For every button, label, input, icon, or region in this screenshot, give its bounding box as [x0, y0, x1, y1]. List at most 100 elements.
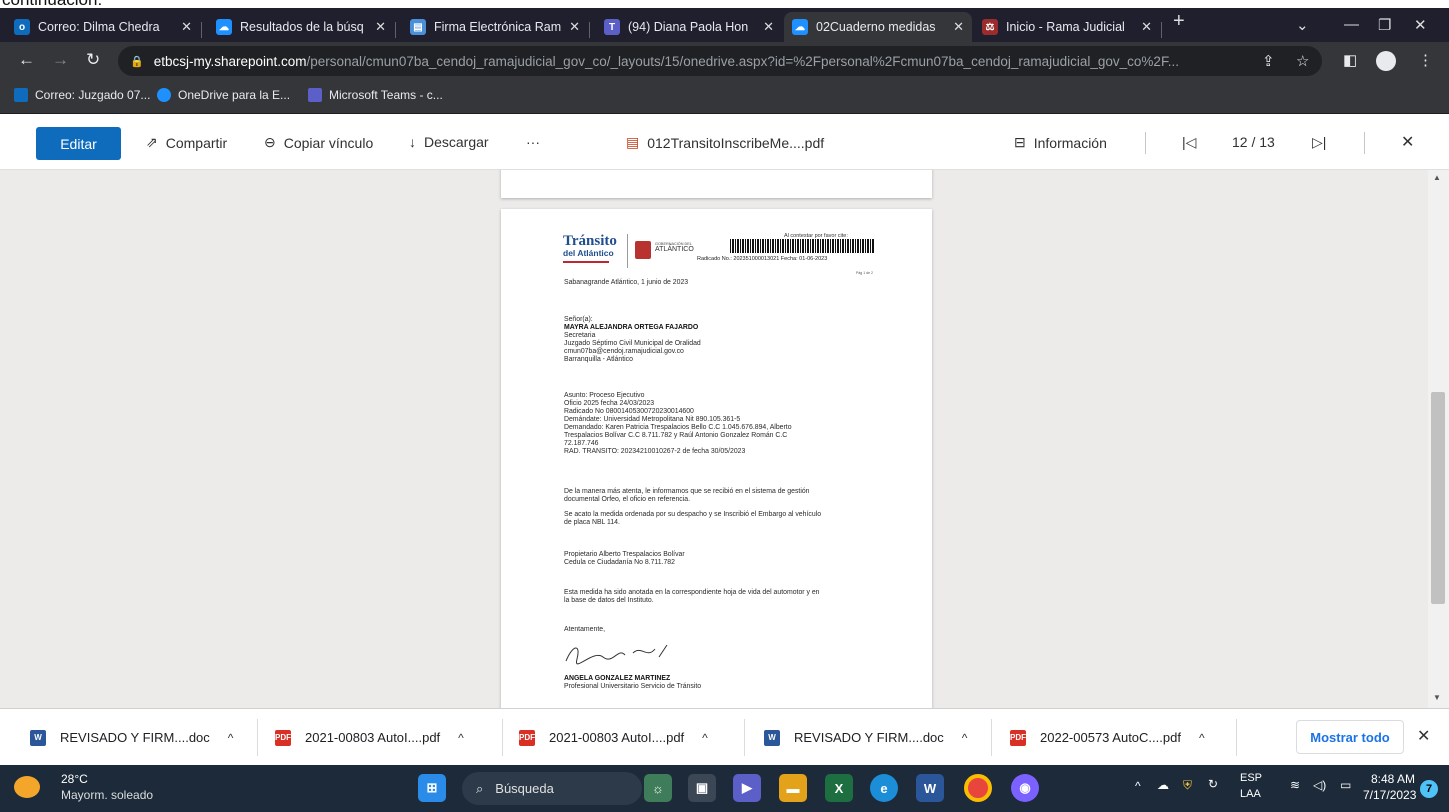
close-viewer-button[interactable]: ✕: [1401, 132, 1414, 152]
tab-correo[interactable]: o Correo: Dilma Chedra ✕: [6, 12, 200, 42]
link-icon: ⊖: [264, 134, 276, 150]
chevron-up-icon[interactable]: ^: [1199, 731, 1205, 745]
recipient-line: Juzgado Séptimo Civil Municipal de Orali…: [564, 340, 701, 347]
body-line: de placa NBL 114.: [564, 519, 620, 526]
widgets-icon[interactable]: ☼: [644, 774, 672, 802]
pdf-viewer-area[interactable]: Tránsito del Atlántico GOBERNACIÓN DEL A…: [0, 170, 1449, 708]
forward-arrow-icon[interactable]: →: [52, 50, 69, 70]
chevron-up-icon[interactable]: ^: [458, 731, 464, 745]
first-page-icon[interactable]: |◁: [1182, 134, 1196, 151]
tab-resultados[interactable]: ☁ Resultados de la búsq ✕: [208, 12, 394, 42]
share-icon[interactable]: ⇪: [1262, 52, 1275, 70]
download-item[interactable]: W REVISADO Y FIRM....doc ^: [764, 709, 967, 766]
share-button[interactable]: ⇗ Compartir: [146, 134, 227, 151]
logo-sub-text: del Atlántico: [563, 248, 614, 258]
reload-icon[interactable]: ↻: [86, 50, 100, 70]
download-label: 2022-00573 AutoC....pdf: [1040, 730, 1181, 745]
bookmark-correo[interactable]: Correo: Juzgado 07...: [14, 88, 150, 102]
chevron-up-icon[interactable]: ^: [228, 731, 234, 745]
show-all-button[interactable]: Mostrar todo: [1296, 720, 1404, 754]
pdf-file-icon: PDF: [1010, 729, 1026, 746]
copy-link-button[interactable]: ⊖ Copiar vínculo: [264, 134, 373, 151]
keyboard-layout[interactable]: LAA: [1240, 788, 1261, 800]
wifi-icon[interactable]: ≋: [1290, 778, 1300, 792]
tab-firma[interactable]: ▤ Firma Electrónica Ram ✕: [402, 12, 588, 42]
chrome-icon[interactable]: [964, 774, 992, 802]
battery-icon[interactable]: ▭: [1340, 778, 1351, 792]
app-icon[interactable]: ◉: [1011, 774, 1039, 802]
word-icon[interactable]: W: [916, 774, 944, 802]
last-page-icon[interactable]: ▷|: [1312, 134, 1326, 151]
menu-dots-icon[interactable]: ⋮: [1418, 51, 1433, 69]
new-tab-button[interactable]: +: [1173, 10, 1185, 33]
search-icon: ⌕: [476, 780, 484, 796]
close-icon[interactable]: ✕: [181, 19, 192, 35]
info-button[interactable]: ⊟ Información: [1014, 134, 1107, 151]
scrollbar-thumb[interactable]: [1431, 392, 1445, 604]
restore-button[interactable]: ❐: [1378, 16, 1391, 34]
excel-icon[interactable]: X: [825, 774, 853, 802]
minimize-button[interactable]: —: [1344, 16, 1359, 33]
close-icon[interactable]: ✕: [1141, 19, 1152, 35]
tab-label: (94) Diana Paola Hon: [628, 20, 749, 34]
back-arrow-icon[interactable]: ←: [18, 50, 35, 70]
weather-desc[interactable]: Mayorm. soleado: [61, 788, 153, 802]
clock-time[interactable]: 8:48 AM: [1371, 772, 1415, 786]
download-item[interactable]: PDF 2021-00803 AutoI....pdf ^: [519, 709, 708, 766]
tab-teams[interactable]: T (94) Diana Paola Hon ✕: [596, 12, 782, 42]
page-indicator: 12 / 13: [1232, 134, 1275, 150]
profile-icon[interactable]: [1376, 51, 1396, 71]
download-item[interactable]: PDF 2022-00573 AutoC....pdf ^: [1010, 709, 1205, 766]
recipient-name: MAYRA ALEJANDRA ORTEGA FAJARDO: [564, 324, 699, 331]
star-icon[interactable]: ☆: [1296, 52, 1309, 70]
notification-badge[interactable]: 7: [1420, 780, 1438, 798]
recipient-line: Secretaria: [564, 332, 596, 339]
windows-start-icon[interactable]: ⊞: [418, 774, 446, 802]
bookmark-teams[interactable]: Microsoft Teams - c...: [308, 88, 443, 102]
recipient-line: Barranquilla - Atlántico: [564, 356, 633, 363]
tab-search-chevron-icon[interactable]: ⌄: [1296, 16, 1309, 34]
bookmark-onedrive[interactable]: OneDrive para la E...: [157, 88, 290, 102]
vertical-scrollbar[interactable]: ▲ ▼: [1428, 170, 1449, 708]
chevron-up-icon[interactable]: ^: [1135, 779, 1141, 793]
clock-date[interactable]: 7/17/2023: [1363, 788, 1416, 802]
close-icon[interactable]: ✕: [569, 19, 580, 35]
teams-chat-icon[interactable]: ▶: [733, 774, 761, 802]
edit-button[interactable]: Editar: [36, 127, 121, 160]
weather-icon[interactable]: [14, 776, 40, 798]
sidebar-icon[interactable]: ◧: [1343, 51, 1357, 69]
close-window-button[interactable]: ✕: [1414, 16, 1427, 34]
close-icon[interactable]: ✕: [763, 19, 774, 35]
security-icon[interactable]: ⛨: [1183, 778, 1192, 793]
scroll-up-arrow-icon[interactable]: ▲: [1433, 173, 1441, 182]
language-code[interactable]: ESP: [1240, 772, 1262, 784]
download-icon: ↓: [409, 134, 416, 150]
taskbar-search[interactable]: ⌕ Búsqueda: [462, 772, 642, 805]
document-icon: ▤: [410, 19, 426, 35]
chevron-up-icon[interactable]: ^: [962, 731, 968, 745]
subject-line: Trespalacios Bolívar C.C 8.711.782 y Raú…: [564, 432, 788, 439]
scroll-down-arrow-icon[interactable]: ▼: [1433, 693, 1441, 702]
file-explorer-icon[interactable]: ▬: [779, 774, 807, 802]
close-downloads-icon[interactable]: ✕: [1417, 726, 1430, 746]
task-view-icon[interactable]: ▣: [688, 774, 716, 802]
pdf-page: Tránsito del Atlántico GOBERNACIÓN DEL A…: [501, 209, 932, 708]
info-label: Información: [1033, 134, 1107, 151]
weather-temp[interactable]: 28°C: [61, 772, 88, 786]
tab-cuaderno-active[interactable]: ☁ 02Cuaderno medidas ✕: [784, 12, 972, 42]
download-item[interactable]: W REVISADO Y FIRM....doc ^: [30, 709, 233, 766]
chevron-up-icon[interactable]: ^: [702, 731, 708, 745]
edge-icon[interactable]: e: [870, 774, 898, 802]
more-options-button[interactable]: ···: [526, 134, 540, 150]
sync-icon[interactable]: ↻: [1208, 777, 1218, 791]
volume-icon[interactable]: ◁): [1313, 778, 1326, 792]
download-item[interactable]: PDF 2021-00803 AutoI....pdf ^: [275, 709, 464, 766]
onedrive-tray-icon[interactable]: ☁: [1157, 778, 1169, 792]
close-icon[interactable]: ✕: [375, 19, 386, 35]
download-button[interactable]: ↓ Descargar: [409, 134, 489, 150]
pdf-file-icon: PDF: [275, 729, 291, 746]
tab-rama-judicial[interactable]: ⚖ Inicio - Rama Judicial ✕: [974, 12, 1160, 42]
close-icon[interactable]: ✕: [953, 19, 964, 35]
url-field[interactable]: 🔒 etbcsj-my.sharepoint.com/personal/cmun…: [118, 46, 1322, 76]
salutation: Señor(a):: [564, 316, 593, 323]
